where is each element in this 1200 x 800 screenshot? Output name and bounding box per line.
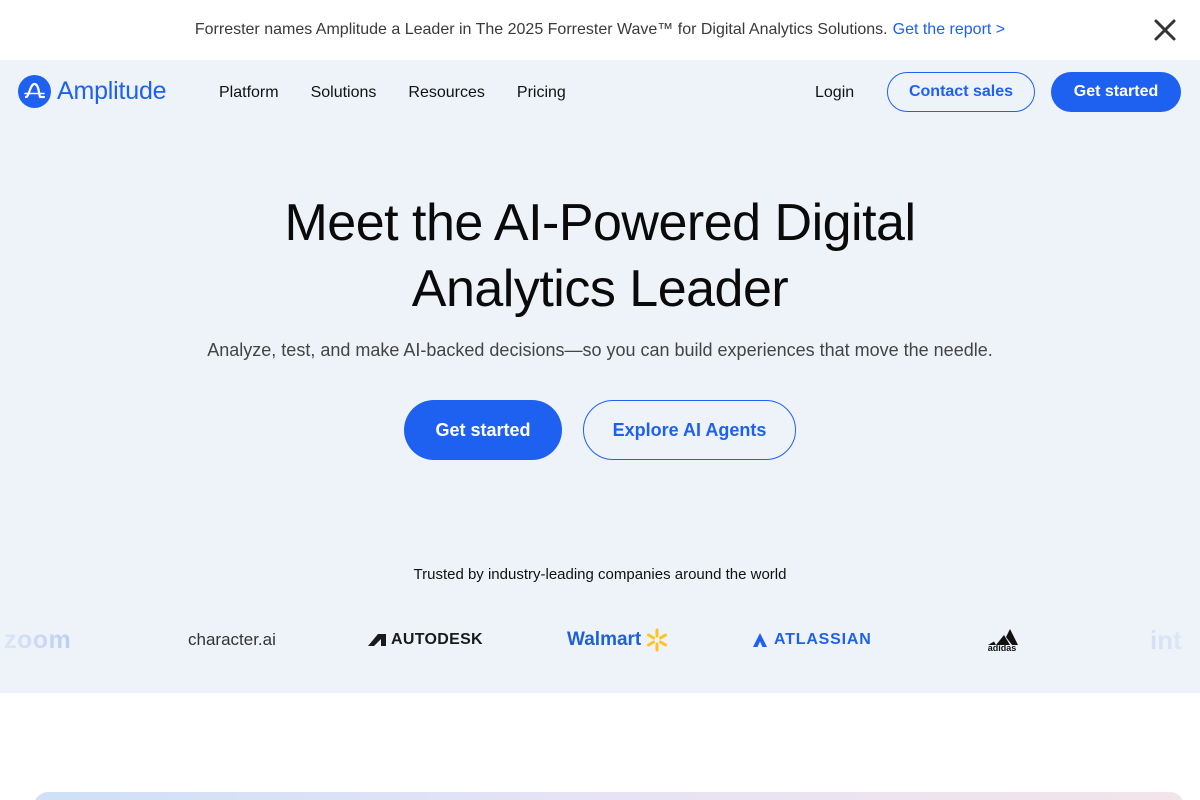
adidas-logo-text: adidas	[987, 643, 1017, 653]
nav-platform[interactable]: Platform	[219, 84, 279, 102]
logo-text: Amplitude	[57, 77, 167, 105]
customer-logos: zoom character.ai AUTODESK Walmart ATLAS…	[0, 618, 1200, 662]
character-ai-logo: character.ai	[188, 630, 276, 649]
nav-pricing[interactable]: Pricing	[517, 84, 566, 102]
walmart-logo: Walmart	[567, 618, 670, 662]
amplitude-logo[interactable]: Amplitude	[18, 75, 167, 108]
amplitude-logo-icon	[18, 75, 51, 108]
hero-get-started-button[interactable]: Get started	[404, 400, 562, 460]
walmart-spark-icon	[647, 628, 668, 652]
hero-section	[0, 60, 1200, 693]
logos-fade-left	[0, 600, 110, 680]
hero-title-line-1: Meet the AI-Powered Digital	[284, 194, 916, 252]
get-the-report-link[interactable]: Get the report >	[893, 21, 1006, 39]
nav-get-started-button[interactable]: Get started	[1051, 72, 1181, 112]
next-section-card	[34, 792, 1184, 800]
hero-title: Meet the AI-Powered Digital Analytics Le…	[0, 190, 1200, 322]
contact-sales-button[interactable]: Contact sales	[887, 72, 1035, 112]
atlassian-logo: ATLASSIAN	[752, 618, 872, 662]
autodesk-mark-icon	[368, 634, 386, 646]
nav-links: Platform Solutions Resources Pricing	[219, 84, 598, 102]
hero-subtitle: Analyze, test, and make AI-backed decisi…	[207, 340, 993, 360]
explore-ai-agents-button[interactable]: Explore AI Agents	[583, 400, 796, 460]
adidas-logo: adidas	[985, 618, 1019, 662]
hero-title-line-2: Analytics Leader	[411, 260, 789, 318]
close-icon[interactable]	[1150, 15, 1180, 45]
nav-resources[interactable]: Resources	[408, 84, 484, 102]
trusted-heading: Trusted by industry-leading companies ar…	[413, 566, 787, 583]
logos-fade-right	[1090, 600, 1200, 680]
autodesk-logo: AUTODESK	[368, 618, 483, 662]
walmart-logo-text: Walmart	[567, 629, 642, 650]
autodesk-logo-text: AUTODESK	[391, 631, 483, 648]
login-link[interactable]: Login	[815, 84, 854, 102]
announcement-bar: Forrester names Amplitude a Leader in Th…	[0, 0, 1200, 60]
atlassian-logo-text: ATLASSIAN	[774, 631, 872, 648]
nav-solutions[interactable]: Solutions	[311, 84, 377, 102]
announcement-text: Forrester names Amplitude a Leader in Th…	[194, 21, 888, 38]
atlassian-mark-icon	[753, 633, 767, 647]
main-nav: Amplitude Platform Solutions Resources P…	[0, 60, 1200, 124]
